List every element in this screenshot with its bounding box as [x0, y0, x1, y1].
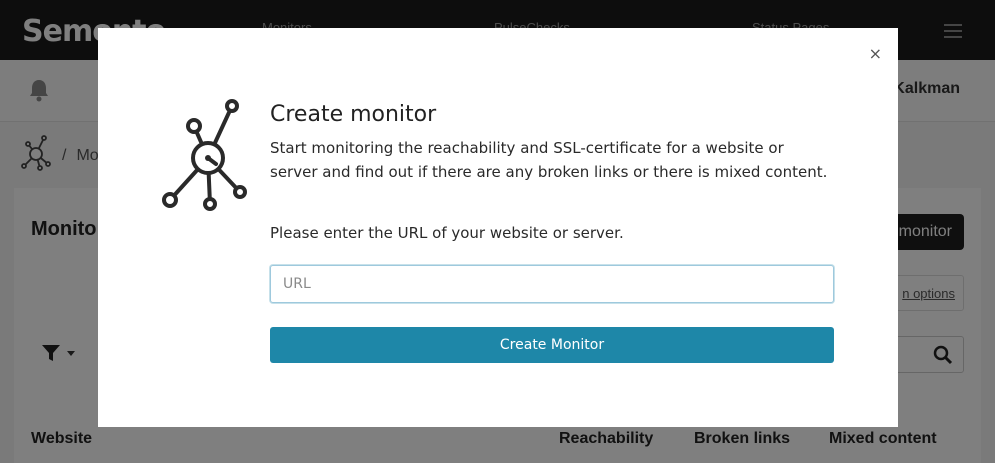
monitor-network-icon [158, 98, 250, 216]
create-monitor-button[interactable]: Create Monitor [270, 327, 834, 363]
create-monitor-modal: × Create monitor Start monitoring the re… [98, 28, 898, 427]
url-input[interactable] [270, 265, 834, 303]
modal-description: Start monitoring the reachability and SS… [270, 139, 828, 181]
close-icon[interactable]: × [869, 46, 882, 62]
url-prompt-label: Please enter the URL of your website or … [270, 224, 624, 242]
modal-title: Create monitor [270, 102, 437, 127]
